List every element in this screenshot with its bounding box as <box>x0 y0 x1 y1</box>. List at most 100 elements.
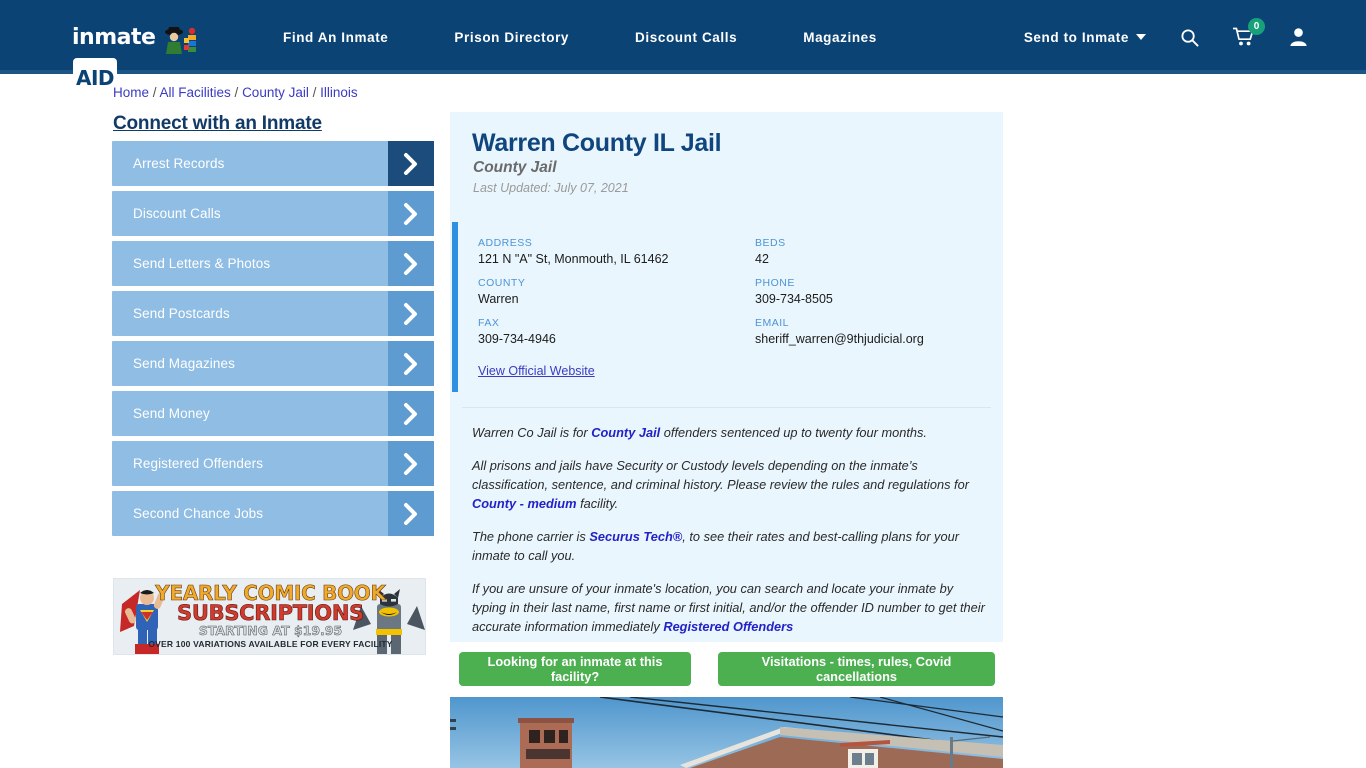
field-fax: FAX 309-734-4946 <box>478 317 738 346</box>
field-label: PHONE <box>755 277 795 289</box>
facility-photo-graphic <box>450 697 1003 768</box>
breadcrumb-separator: / <box>149 85 160 100</box>
ad-headline-2: SUBSCRIPTIONS <box>177 601 365 626</box>
link-registered-offenders[interactable]: Registered Offenders <box>663 619 793 634</box>
desc-text: offenders sentenced up to twenty four mo… <box>660 425 927 440</box>
field-value: 121 N "A" St, Monmouth, IL 61462 <box>478 252 669 266</box>
chevron-right-icon <box>388 191 434 236</box>
sidebar-item-second-chance-jobs[interactable]: Second Chance Jobs <box>112 491 434 536</box>
send-to-inmate-dropdown[interactable]: Send to Inmate <box>1024 30 1146 45</box>
link-county-medium[interactable]: County - medium <box>472 496 577 511</box>
nav-item-prison-directory[interactable]: Prison Directory <box>421 30 602 45</box>
desc-text: The phone carrier is <box>472 529 590 544</box>
cart-count-badge: 0 <box>1248 18 1265 35</box>
sidebar-item-label: Send Money <box>133 406 210 421</box>
field-value: 42 <box>755 252 769 266</box>
field-label: ADDRESS <box>478 237 533 249</box>
visitations-button[interactable]: Visitations - times, rules, Covid cancel… <box>718 652 995 686</box>
desc-text: All prisons and jails have Security or C… <box>472 458 969 492</box>
page-title: Warren County IL Jail <box>472 129 722 157</box>
sidebar-item-discount-calls[interactable]: Discount Calls <box>112 191 434 236</box>
panel-accent-bar <box>452 222 458 392</box>
description-paragraph-3: The phone carrier is Securus Tech®, to s… <box>472 527 986 565</box>
chevron-right-icon <box>388 241 434 286</box>
sidebar-item-send-postcards[interactable]: Send Postcards <box>112 291 434 336</box>
breadcrumb-item-illinois[interactable]: Illinois <box>320 85 358 100</box>
field-beds: BEDS 42 <box>755 237 985 266</box>
breadcrumb-separator: / <box>308 85 321 100</box>
field-value: 309-734-8505 <box>755 292 833 306</box>
sidebar-item-label: Second Chance Jobs <box>133 506 264 521</box>
breadcrumb-item-all-facilities[interactable]: All Facilities <box>160 85 231 100</box>
sidebar-item-send-letters-photos[interactable]: Send Letters & Photos <box>112 241 434 286</box>
facility-exterior-photo <box>450 697 1003 768</box>
sidebar-item-arrest-records[interactable]: Arrest Records <box>112 141 434 186</box>
sidebar-menu: Arrest Records Discount Calls Send Lette… <box>112 141 434 541</box>
nav-item-find-an-inmate[interactable]: Find An Inmate <box>250 30 421 45</box>
user-account-icon <box>1290 28 1307 46</box>
chevron-down-icon <box>1136 34 1146 40</box>
chevron-right-icon <box>388 391 434 436</box>
ad-subtext: OVER 100 VARIATIONS AVAILABLE FOR EVERY … <box>148 639 393 649</box>
send-to-inmate-label: Send to Inmate <box>1023 29 1129 45</box>
description-paragraph-4: If you are unsure of your inmate's locat… <box>472 579 986 636</box>
looking-for-inmate-button[interactable]: Looking for an inmate at this facility? <box>459 652 691 686</box>
sidebar-item-send-magazines[interactable]: Send Magazines <box>112 341 434 386</box>
desc-text: facility. <box>576 496 619 511</box>
desc-text: Warren Co Jail is for <box>472 425 592 440</box>
field-label: FAX <box>478 317 500 329</box>
breadcrumb-separator: / <box>230 85 243 100</box>
field-value: Warren <box>478 292 519 306</box>
site-logo[interactable]: inmate AID <box>72 18 196 98</box>
field-address: ADDRESS 121 N "A" St, Monmouth, IL 61462 <box>478 237 738 266</box>
chevron-right-icon <box>388 491 434 536</box>
search-button[interactable] <box>1180 28 1199 47</box>
breadcrumb-item-home[interactable]: Home <box>113 85 149 100</box>
cart-button[interactable]: 0 <box>1233 18 1265 47</box>
field-label: BEDS <box>755 237 786 249</box>
nav-item-magazines[interactable]: Magazines <box>770 30 910 45</box>
details-column-right: BEDS 42 PHONE 309-734-8505 EMAIL sheriff… <box>755 237 985 357</box>
inmate-aid-mascot-icon <box>165 27 196 54</box>
header-utility-area: Send to Inmate 0 <box>1024 0 1308 74</box>
facility-description: Warren Co Jail is for County Jail offend… <box>472 423 986 650</box>
comic-book-subscription-ad[interactable]: YEARLY COMIC BOOK SUBSCRIPTIONS STARTING… <box>113 578 426 655</box>
chevron-right-icon <box>388 441 434 486</box>
breadcrumb-item-county-jail[interactable]: County Jail <box>242 85 309 100</box>
sidebar-item-label: Send Postcards <box>133 306 230 321</box>
field-email: EMAIL sheriff_warren@9thjudicial.org <box>755 317 985 346</box>
view-official-website-link[interactable]: View Official Website <box>478 364 595 378</box>
field-value: sheriff_warren@9thjudicial.org <box>755 332 924 346</box>
main-navigation: Find An Inmate Prison Directory Discount… <box>250 0 910 74</box>
sidebar-item-registered-offenders[interactable]: Registered Offenders <box>112 441 434 486</box>
chevron-right-icon <box>388 141 434 186</box>
logo-text-aid: AID <box>73 58 118 98</box>
sidebar-item-label: Send Magazines <box>133 356 235 371</box>
account-button[interactable] <box>1289 27 1308 47</box>
logo-text-inmate: inmate <box>72 25 156 50</box>
last-updated-text: Last Updated: July 07, 2021 <box>473 181 629 195</box>
sidebar-item-label: Registered Offenders <box>133 456 264 471</box>
site-header: inmate AID Find An Inmate Prison Director… <box>0 0 1366 98</box>
link-securus-tech[interactable]: Securus Tech® <box>589 529 682 544</box>
sidebar-item-label: Arrest Records <box>133 156 225 171</box>
sidebar-item-label: Send Letters & Photos <box>133 256 271 271</box>
sidebar-item-send-money[interactable]: Send Money <box>112 391 434 436</box>
link-county-jail[interactable]: County Jail <box>591 425 660 440</box>
nav-item-discount-calls[interactable]: Discount Calls <box>602 30 770 45</box>
search-icon <box>1181 28 1199 47</box>
field-label: EMAIL <box>755 317 790 329</box>
facility-type: County Jail <box>473 159 557 176</box>
sidebar-item-label: Discount Calls <box>133 206 221 221</box>
field-label: COUNTY <box>478 277 526 289</box>
description-paragraph-1: Warren Co Jail is for County Jail offend… <box>472 423 986 442</box>
details-column-left: ADDRESS 121 N "A" St, Monmouth, IL 61462… <box>478 237 738 357</box>
field-phone: PHONE 309-734-8505 <box>755 277 985 306</box>
field-county: COUNTY Warren <box>478 277 738 306</box>
ad-price-text: STARTING AT $19.95 <box>198 623 343 639</box>
breadcrumb: Home / All Facilities / County Jail / Il… <box>113 85 358 100</box>
chevron-right-icon <box>388 341 434 386</box>
description-paragraph-2: All prisons and jails have Security or C… <box>472 456 986 513</box>
field-value: 309-734-4946 <box>478 332 556 346</box>
chevron-right-icon <box>388 291 434 336</box>
